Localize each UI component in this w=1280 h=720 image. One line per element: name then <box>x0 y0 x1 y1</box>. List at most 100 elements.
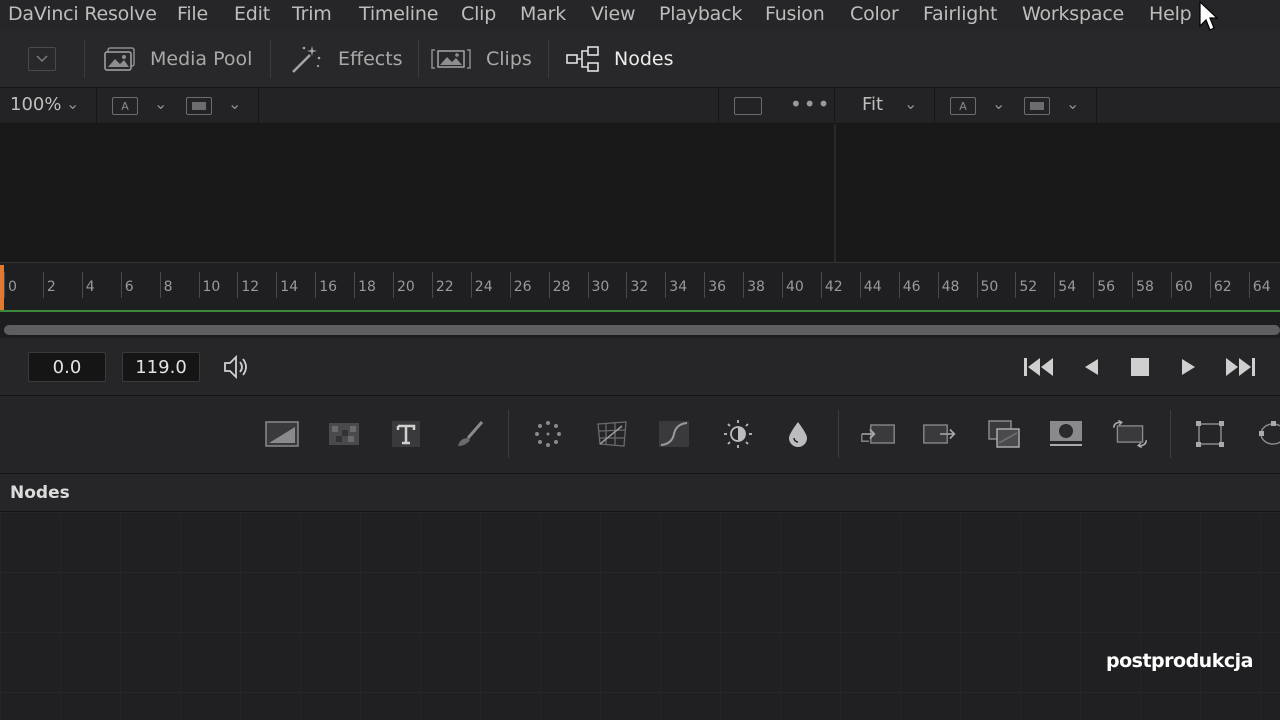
ruler-tick <box>1171 272 1172 298</box>
viewer-header: 100% ⌄ A ⌄ ⌄ ••• Fit ⌄ A ⌄ ⌄ <box>0 88 1280 124</box>
single-viewer-icon[interactable] <box>734 97 762 115</box>
tools-divider <box>508 410 509 458</box>
menu-color[interactable]: Color <box>850 3 899 25</box>
node-editor-canvas[interactable] <box>0 512 1280 720</box>
menu-timeline[interactable]: Timeline <box>359 3 438 25</box>
fit-dropdown[interactable]: Fit <box>862 94 883 115</box>
ruler-tick <box>1015 272 1017 298</box>
stop-icon[interactable] <box>1130 357 1150 381</box>
text-tool-icon[interactable] <box>388 416 424 452</box>
ruler-tick <box>354 272 356 298</box>
display-icon[interactable] <box>1024 97 1050 115</box>
more-options-icon[interactable]: ••• <box>790 92 831 116</box>
clips-button[interactable]: Clips <box>430 30 532 88</box>
particle-tool-icon[interactable] <box>530 416 566 452</box>
toolbar-divider <box>548 40 549 78</box>
menu-view[interactable]: View <box>591 3 635 25</box>
menu-file[interactable]: File <box>177 3 208 25</box>
loader-tool-icon[interactable] <box>860 416 896 452</box>
zoom-level[interactable]: 100% <box>10 94 61 115</box>
viewer-right[interactable] <box>836 124 1280 262</box>
menu-help[interactable]: Help <box>1149 3 1192 25</box>
clips-icon <box>431 49 471 69</box>
workspace-dropdown[interactable] <box>28 47 56 71</box>
chevron-down-icon[interactable]: ⌄ <box>228 94 241 113</box>
go-to-start-icon[interactable] <box>1022 356 1056 382</box>
color-curves-icon[interactable] <box>656 416 692 452</box>
ruler-tick <box>276 272 278 298</box>
menu-clip[interactable]: Clip <box>461 3 496 25</box>
transform-tool-icon[interactable] <box>1112 416 1148 452</box>
ruler-tick-label: 18 <box>358 279 376 295</box>
background-tool-icon[interactable] <box>264 416 300 452</box>
transport-bar: 0.0 119.0 <box>0 338 1280 396</box>
viewer-left[interactable] <box>0 124 834 262</box>
chevron-down-icon[interactable]: ⌄ <box>904 94 917 113</box>
menu-app[interactable]: DaVinci Resolve <box>8 3 157 25</box>
ruler-tick <box>782 272 783 298</box>
ruler-tick-label: 32 <box>630 279 649 295</box>
playhead[interactable] <box>0 265 4 310</box>
effects-label: Effects <box>338 48 403 70</box>
nodes-button[interactable]: Nodes <box>566 30 674 88</box>
ruler-tick-label: 0 <box>8 279 17 295</box>
effects-button[interactable]: Effects <box>290 30 403 88</box>
merge-tool-icon[interactable] <box>986 416 1022 452</box>
grid-warp-icon[interactable] <box>594 416 630 452</box>
ruler-tick-label: 42 <box>824 279 843 295</box>
ruler-tick <box>315 272 317 298</box>
chevron-down-icon[interactable]: ⌄ <box>1066 94 1079 113</box>
menu-playback[interactable]: Playback <box>659 3 742 25</box>
menu-fairlight[interactable]: Fairlight <box>923 3 997 25</box>
chevron-down-icon[interactable]: ⌄ <box>154 94 167 113</box>
ruler-tick-label: 62 <box>1213 279 1232 295</box>
ruler-tick-label: 22 <box>435 279 454 295</box>
ruler-tick <box>626 272 628 298</box>
current-time-field[interactable]: 0.0 <box>28 352 106 382</box>
ruler-tick-label: 36 <box>708 279 727 295</box>
ruler-tick-label: 50 <box>980 279 999 295</box>
ruler-tick <box>159 272 161 298</box>
end-time-field[interactable]: 119.0 <box>122 352 200 382</box>
saver-tool-icon[interactable] <box>922 416 958 452</box>
ruler-tick <box>704 272 706 298</box>
chevron-down-icon[interactable]: ⌄ <box>992 94 1005 113</box>
paint-brush-icon[interactable] <box>452 416 488 452</box>
toolbar-divider <box>84 40 85 78</box>
timeline-scrollbar-thumb[interactable] <box>4 325 1280 335</box>
matte-control-icon[interactable] <box>1048 416 1084 452</box>
rectangle-mask-icon[interactable] <box>1192 416 1228 452</box>
speaker-icon[interactable] <box>222 354 252 384</box>
clips-label: Clips <box>486 48 532 70</box>
ruler-tick-label: 14 <box>280 279 299 295</box>
chevron-down-icon[interactable]: ⌄ <box>66 94 79 113</box>
media-pool-button[interactable]: Media Pool <box>104 30 252 88</box>
ruler-tick-label: 26 <box>513 279 532 295</box>
menu-workspace[interactable]: Workspace <box>1022 3 1124 25</box>
ruler-tick-label: 46 <box>902 279 921 295</box>
ruler-tick-label: 52 <box>1019 279 1038 295</box>
media-pool-label: Media Pool <box>150 48 253 70</box>
ruler-tick-label: 10 <box>202 279 221 295</box>
menu-fusion[interactable]: Fusion <box>765 3 825 25</box>
channel-a-icon[interactable]: A <box>112 97 138 115</box>
go-to-end-icon[interactable] <box>1224 356 1258 382</box>
fast-noise-tool-icon[interactable] <box>326 416 362 452</box>
menu-mark[interactable]: Mark <box>520 3 566 25</box>
color-corrector-drop-icon[interactable] <box>780 416 816 452</box>
display-icon[interactable] <box>186 97 212 115</box>
menu-edit[interactable]: Edit <box>234 3 270 25</box>
toolbar-divider <box>270 40 271 78</box>
step-back-icon[interactable] <box>1082 357 1100 381</box>
ellipse-mask-icon[interactable] <box>1254 416 1280 452</box>
ruler-tick-label: 8 <box>163 279 173 295</box>
fusion-tools-bar <box>0 396 1280 474</box>
header-divider <box>258 88 259 124</box>
play-icon[interactable] <box>1180 357 1198 381</box>
brightness-contrast-icon[interactable] <box>720 416 756 452</box>
ruler-tick <box>898 272 900 298</box>
channel-a-icon[interactable]: A <box>950 97 976 115</box>
menu-trim[interactable]: Trim <box>292 3 332 25</box>
ruler-tick <box>665 272 667 298</box>
time-ruler[interactable]: 0 2 4 6 8 10 12 14 16 18 20 22 24 26 28 30 32 34 36 38 40 42 4… <box>0 262 1280 312</box>
